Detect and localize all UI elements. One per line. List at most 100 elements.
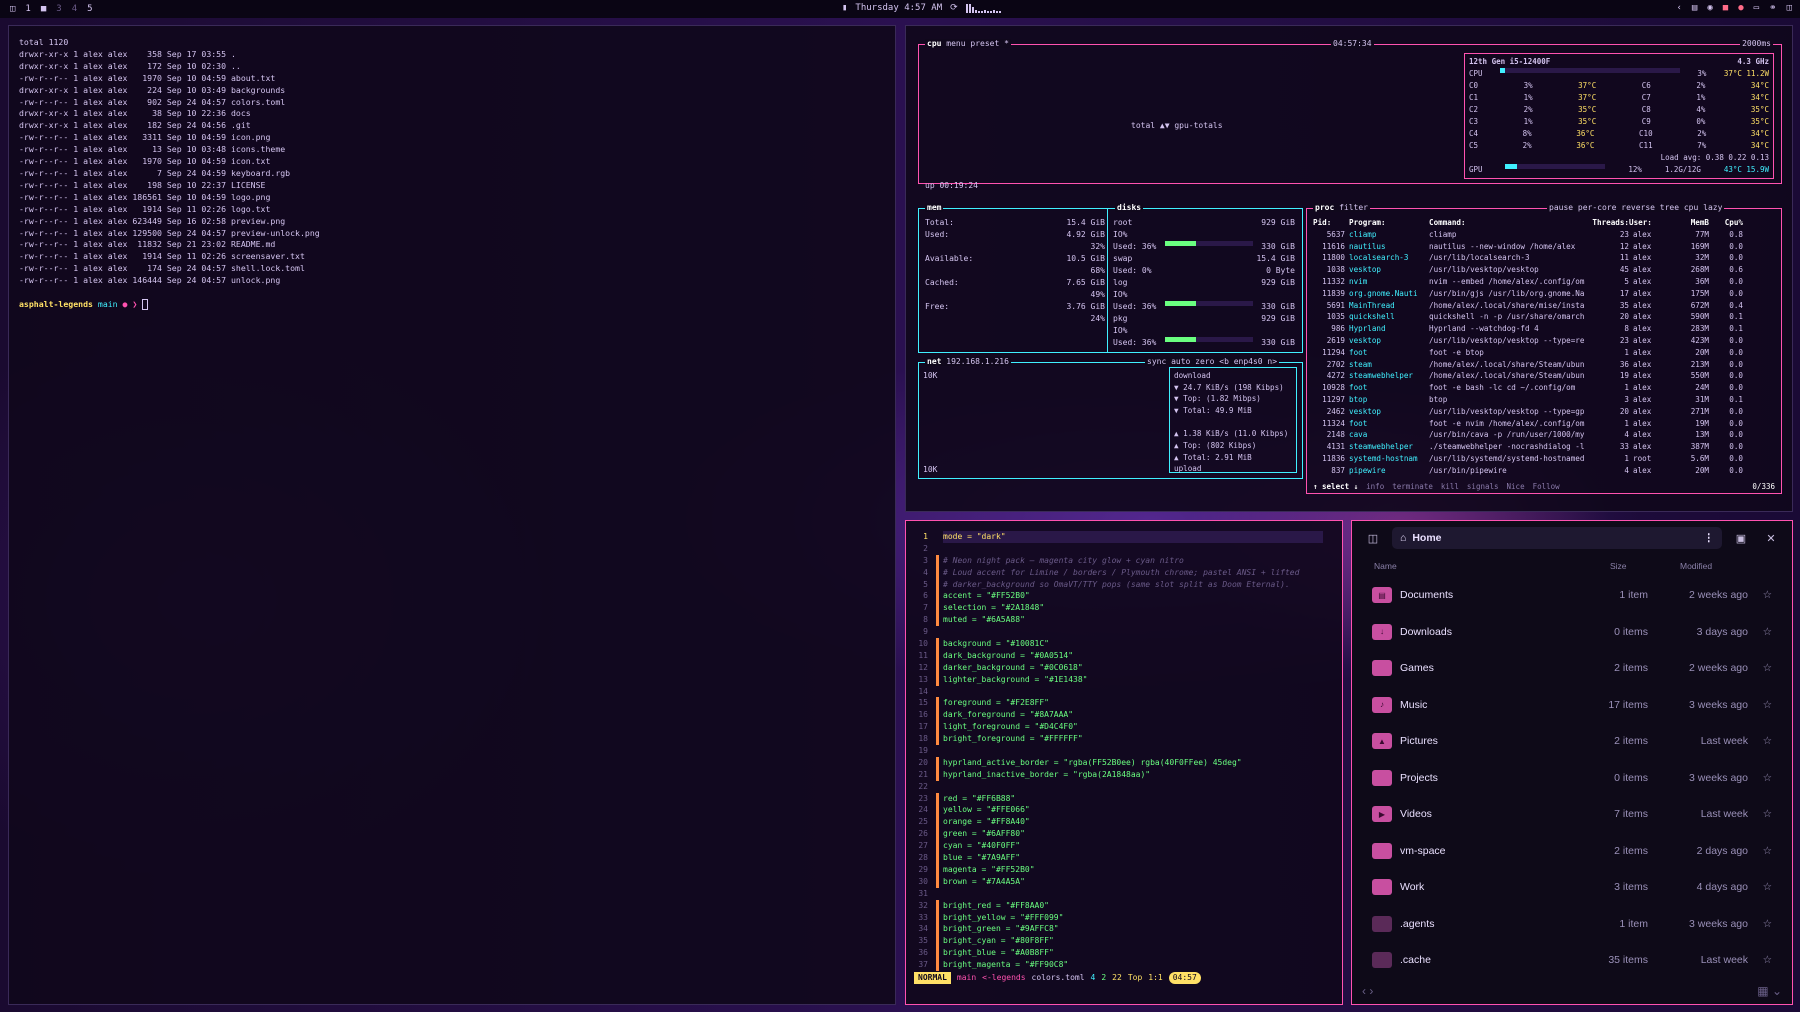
nav-back-icon[interactable]: ‹ › <box>1362 984 1373 998</box>
process-row[interactable]: 11297 btop btop 3 alex 31M 0.1 <box>1313 394 1775 406</box>
process-row[interactable]: 11836 systemd-hostnam/usr/lib/systemd/sys… <box>1313 453 1775 465</box>
line-number: 8 <box>923 615 928 625</box>
file-row[interactable]: .cache 35 items Last week ☆ <box>1352 942 1792 979</box>
file-row[interactable]: Projects 0 items 3 weeks ago ☆ <box>1352 760 1792 797</box>
grid-view-icon[interactable]: ▦ ⌄ <box>1757 984 1782 998</box>
star-icon[interactable]: ☆ <box>1748 772 1772 784</box>
file-row[interactable]: ▲ Pictures 2 items Last week ☆ <box>1352 723 1792 760</box>
star-icon[interactable]: ☆ <box>1748 954 1772 966</box>
nvim-window[interactable]: 1 mode = "dark" 2 3 # Neon night pack — mage… <box>905 520 1343 1005</box>
file-row[interactable]: vm-space 2 items 2 days ago ☆ <box>1352 833 1792 870</box>
process-row[interactable]: 4131 steamwebhelper ./steamwebhelper -nocr… <box>1313 441 1775 453</box>
file-row[interactable]: ♪ Music 17 items 3 weeks ago ☆ <box>1352 687 1792 724</box>
proc-header-cell[interactable]: MemB <box>1669 217 1709 229</box>
process-row[interactable]: 11839 org.gnome.Nauti/usr/bin/gjs /usr/li… <box>1313 288 1775 300</box>
cpu-core-cell: C10 <box>1639 129 1653 138</box>
process-row[interactable]: 2462 vesktop/usr/lib/vesktop/vesktop --ty… <box>1313 406 1775 418</box>
process-row[interactable]: 1035 quickshell quickshell -n -p /usr/shar… <box>1313 311 1775 323</box>
editor-line: 11 dark_background = "#0A0514" <box>906 649 1342 662</box>
star-icon[interactable]: ☆ <box>1748 918 1772 930</box>
star-icon[interactable]: ☆ <box>1748 845 1772 857</box>
btop-interval[interactable]: 2000ms <box>1740 39 1773 48</box>
discord-icon[interactable]: ◉ <box>1707 3 1712 13</box>
more-menu-icon[interactable]: ⋮ <box>1704 532 1715 544</box>
git-gutter <box>936 804 939 817</box>
terminal-window[interactable]: total 1120 drwxr-xr-x 1 alex alex 358 Sep… <box>8 25 896 1005</box>
monitor-icon[interactable]: ◫ <box>1787 3 1792 13</box>
record-icon[interactable]: ● <box>1738 3 1743 13</box>
proc-header-cell[interactable]: User: <box>1629 217 1669 229</box>
tray-app-icon[interactable]: ▤ <box>1692 3 1697 13</box>
workspace-4[interactable]: 4 <box>72 4 77 14</box>
file-row[interactable]: Work 3 items 4 days ago ☆ <box>1352 869 1792 906</box>
star-icon[interactable]: ☆ <box>1748 881 1772 893</box>
process-row[interactable]: 2148 cava/usr/bin/cava -p /run/user/1000/… <box>1313 429 1775 441</box>
cpu-core-row: C1 1% 37°C C7 1% 34°C <box>1469 92 1769 104</box>
process-row[interactable]: 986 Hyprland Hyprland --watchdog-fd 4 8 alex… <box>1313 323 1775 335</box>
process-cell: 5.6M <box>1690 453 1709 463</box>
star-icon[interactable]: ☆ <box>1748 589 1772 601</box>
launcher-icon[interactable]: ◫ <box>10 4 15 14</box>
column-name[interactable]: Name <box>1374 561 1610 571</box>
process-row[interactable]: 11294 foot foot -e btop 1 alex 20M 0.0 <box>1313 347 1775 359</box>
file-modified: 3 weeks ago <box>1689 771 1748 784</box>
location-bar[interactable]: ⌂ Home ⋮ <box>1392 527 1722 549</box>
proc-header-cell[interactable]: Program: <box>1349 217 1429 229</box>
proc-header-cell[interactable]: Threads: <box>1579 217 1629 229</box>
file-row[interactable]: Games 2 items 2 weeks ago ☆ <box>1352 650 1792 687</box>
process-cell: 283M <box>1690 324 1709 334</box>
star-icon[interactable]: ☆ <box>1748 626 1772 638</box>
code-text: selection = "#2A1848" <box>943 603 1045 613</box>
upload-stat: ▲ Top: (802 Kibps) <box>1174 440 1257 450</box>
btop-window[interactable]: cpu menu preset * 04:57:34 2000ms total … <box>905 25 1793 512</box>
column-modified[interactable]: Modified <box>1680 561 1770 571</box>
steam-icon[interactable]: ■ <box>1723 3 1728 13</box>
file-row[interactable]: .agents 1 item 3 weeks ago ☆ <box>1352 906 1792 943</box>
view-options-icon[interactable]: ▣ <box>1730 527 1752 549</box>
process-row[interactable]: 10928 foot foot -e bash -lc cd ~/.config/o… <box>1313 382 1775 394</box>
file-row[interactable]: ▤ Documents 1 item 2 weeks ago ☆ <box>1352 577 1792 614</box>
file-row[interactable]: ▶ Videos 7 items Last week ☆ <box>1352 796 1792 833</box>
chevron-left-icon[interactable]: ‹ <box>1677 3 1682 13</box>
cpu-box-title[interactable]: cpu menu preset * <box>925 39 1011 48</box>
process-row[interactable]: 11324 foot foot -e nvim /home/alex/.config… <box>1313 418 1775 430</box>
file-row[interactable]: ↓ Downloads 0 items 3 days ago ☆ <box>1352 614 1792 651</box>
proc-header-cell[interactable]: Command: <box>1429 217 1579 229</box>
star-icon[interactable]: ☆ <box>1748 699 1772 711</box>
editor-buffer[interactable]: 1 mode = "dark" 2 3 # Neon night pack — mage… <box>906 531 1342 971</box>
process-row[interactable]: 1038 vesktop/usr/lib/vesktop/vesktop 45 ale… <box>1313 264 1775 276</box>
process-row[interactable]: 4272 steamwebhelper/home/alex/.local/shar… <box>1313 370 1775 382</box>
process-row[interactable]: 2619 vesktop/usr/lib/vesktop/vesktop --ty… <box>1313 335 1775 347</box>
sidebar-toggle-icon[interactable]: ◫ <box>1362 527 1384 549</box>
proc-header-cell[interactable]: Cpu% <box>1709 217 1743 229</box>
refresh-icon[interactable]: ⟳ <box>950 3 958 13</box>
process-row[interactable]: 2702 steam/home/alex/.local/share/Steam/u… <box>1313 359 1775 371</box>
process-row[interactable]: 837 pipewire/usr/bin/pipewire 4 alex 20M 0.0 <box>1313 465 1775 477</box>
headphones-icon[interactable]: ⚭ <box>1769 3 1777 13</box>
shell-prompt[interactable]: asphalt-legends main ● ❯ <box>19 299 885 311</box>
column-size[interactable]: Size <box>1610 561 1680 571</box>
proc-header-cell[interactable]: Pid: <box>1313 217 1349 229</box>
workspace-2-active[interactable]: ■ <box>41 4 46 14</box>
file-name: Work <box>1400 881 1425 894</box>
star-icon[interactable]: ☆ <box>1748 808 1772 820</box>
editor-line: 4 # Loud accent for Limine / borders / Pl… <box>906 566 1342 579</box>
star-icon[interactable]: ☆ <box>1748 735 1772 747</box>
workspace-1[interactable]: 1 <box>25 4 30 14</box>
process-cell: 23 <box>1619 229 1629 239</box>
workspace-5[interactable]: 5 <box>87 4 92 14</box>
star-icon[interactable]: ☆ <box>1748 662 1772 674</box>
close-icon[interactable]: ✕ <box>1760 527 1782 549</box>
notification-icon[interactable]: ▮ <box>842 3 847 13</box>
process-row[interactable]: 5637 cliamp cliamp 23 alex 77M 0.8 <box>1313 229 1775 241</box>
process-row[interactable]: 5691 MainThread/home/alex/.local/share/mi… <box>1313 300 1775 312</box>
file-manager-window[interactable]: ◫ ⌂ Home ⋮ ▣ ✕ Name Size Modified ▤ Docum… <box>1351 520 1793 1005</box>
process-row[interactable]: 11616 nautilus nautilus --new-window /home… <box>1313 241 1775 253</box>
clock[interactable]: Thursday 4:57 AM <box>855 3 942 13</box>
workspace-3[interactable]: 3 <box>56 4 61 14</box>
process-table[interactable]: Pid: Program: Command: Threads: User: MemB Cpu… <box>1313 217 1775 477</box>
display-icon[interactable]: ▭ <box>1754 3 1759 13</box>
process-row[interactable]: 11800 localsearch-3/usr/lib/localsearch-3… <box>1313 252 1775 264</box>
process-row[interactable]: 11332 nvim nvim --embed /home/alex/.config… <box>1313 276 1775 288</box>
folder-icon <box>1372 660 1392 677</box>
